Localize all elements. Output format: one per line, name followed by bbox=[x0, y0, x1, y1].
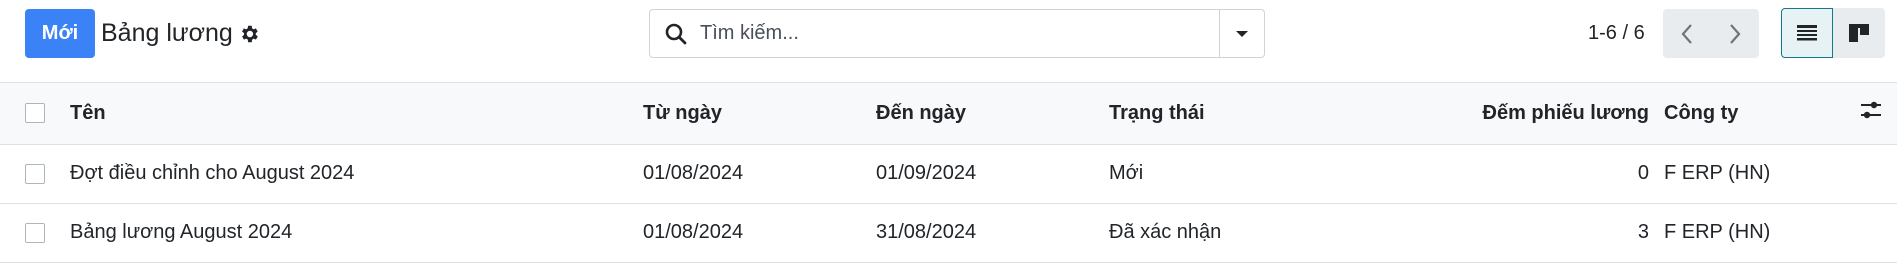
page-title: Bảng lương bbox=[101, 19, 233, 47]
pager-next-button[interactable] bbox=[1711, 9, 1759, 58]
column-header-state[interactable]: Trạng thái bbox=[1109, 83, 1342, 144]
cell-empty bbox=[1859, 144, 1897, 203]
cell-name[interactable]: Bảng lương August 2024 bbox=[70, 203, 643, 262]
row-checkbox[interactable] bbox=[25, 163, 45, 184]
cell-state[interactable]: Đã xác nhận bbox=[1109, 203, 1342, 262]
cell-name[interactable]: Đợt điều chỉnh cho August 2024 bbox=[70, 144, 643, 203]
optional-columns-cell[interactable] bbox=[1859, 83, 1897, 144]
cell-state[interactable]: Mới bbox=[1109, 144, 1342, 203]
row-select-cell[interactable] bbox=[0, 144, 70, 203]
table-header-row: Tên Từ ngày Đến ngày Trạng thái Đếm phiế… bbox=[0, 83, 1897, 144]
column-header-payslip-count[interactable]: Đếm phiếu lương bbox=[1342, 83, 1664, 144]
kanban-view-button[interactable] bbox=[1833, 8, 1885, 58]
cell-company[interactable]: F ERP (HN) bbox=[1664, 203, 1859, 262]
payslip-batch-table: Tên Từ ngày Đến ngày Trạng thái Đếm phiế… bbox=[0, 83, 1897, 263]
column-header-date-to[interactable]: Đến ngày bbox=[876, 83, 1109, 144]
cell-payslip-count[interactable]: 3 bbox=[1342, 203, 1664, 262]
cell-date-from[interactable]: 01/08/2024 bbox=[643, 144, 876, 203]
cell-company[interactable]: F ERP (HN) bbox=[1664, 144, 1859, 203]
new-button[interactable]: Mới bbox=[25, 9, 95, 58]
column-header-company[interactable]: Công ty bbox=[1664, 83, 1859, 144]
cell-empty bbox=[1859, 203, 1897, 262]
caret-down-icon bbox=[1236, 30, 1248, 37]
column-header-name[interactable]: Tên bbox=[70, 83, 643, 144]
row-select-cell[interactable] bbox=[0, 203, 70, 262]
table-row[interactable]: Bảng lương August 2024 01/08/2024 31/08/… bbox=[0, 203, 1897, 262]
control-panel: Mới Bảng lương Tìm kiếm... 1-6 / 6 bbox=[0, 0, 1897, 83]
cell-date-to[interactable]: 31/08/2024 bbox=[876, 203, 1109, 262]
list-view-icon bbox=[1797, 25, 1817, 41]
cell-payslip-count[interactable]: 0 bbox=[1342, 144, 1664, 203]
chevron-left-icon bbox=[1681, 23, 1692, 44]
list-view-button[interactable] bbox=[1781, 8, 1833, 58]
select-all-checkbox[interactable] bbox=[25, 103, 45, 124]
gear-icon[interactable] bbox=[238, 23, 260, 45]
pager-previous-button[interactable] bbox=[1663, 9, 1711, 58]
chevron-right-icon bbox=[1730, 23, 1741, 44]
table-row[interactable]: Đợt điều chỉnh cho August 2024 01/08/202… bbox=[0, 144, 1897, 203]
search-bar[interactable]: Tìm kiếm... bbox=[649, 9, 1265, 58]
cell-date-to[interactable]: 01/09/2024 bbox=[876, 144, 1109, 203]
search-input[interactable]: Tìm kiếm... bbox=[700, 22, 1219, 45]
cell-date-from[interactable]: 01/08/2024 bbox=[643, 203, 876, 262]
pager-value[interactable]: 1-6 / 6 bbox=[1588, 22, 1645, 45]
row-checkbox[interactable] bbox=[25, 222, 45, 243]
sliders-icon[interactable] bbox=[1859, 99, 1883, 121]
column-header-date-from[interactable]: Từ ngày bbox=[643, 83, 876, 144]
kanban-view-icon bbox=[1849, 24, 1869, 42]
search-icon bbox=[664, 22, 688, 46]
search-options-toggle[interactable] bbox=[1219, 10, 1264, 57]
select-all-cell[interactable] bbox=[0, 83, 70, 144]
